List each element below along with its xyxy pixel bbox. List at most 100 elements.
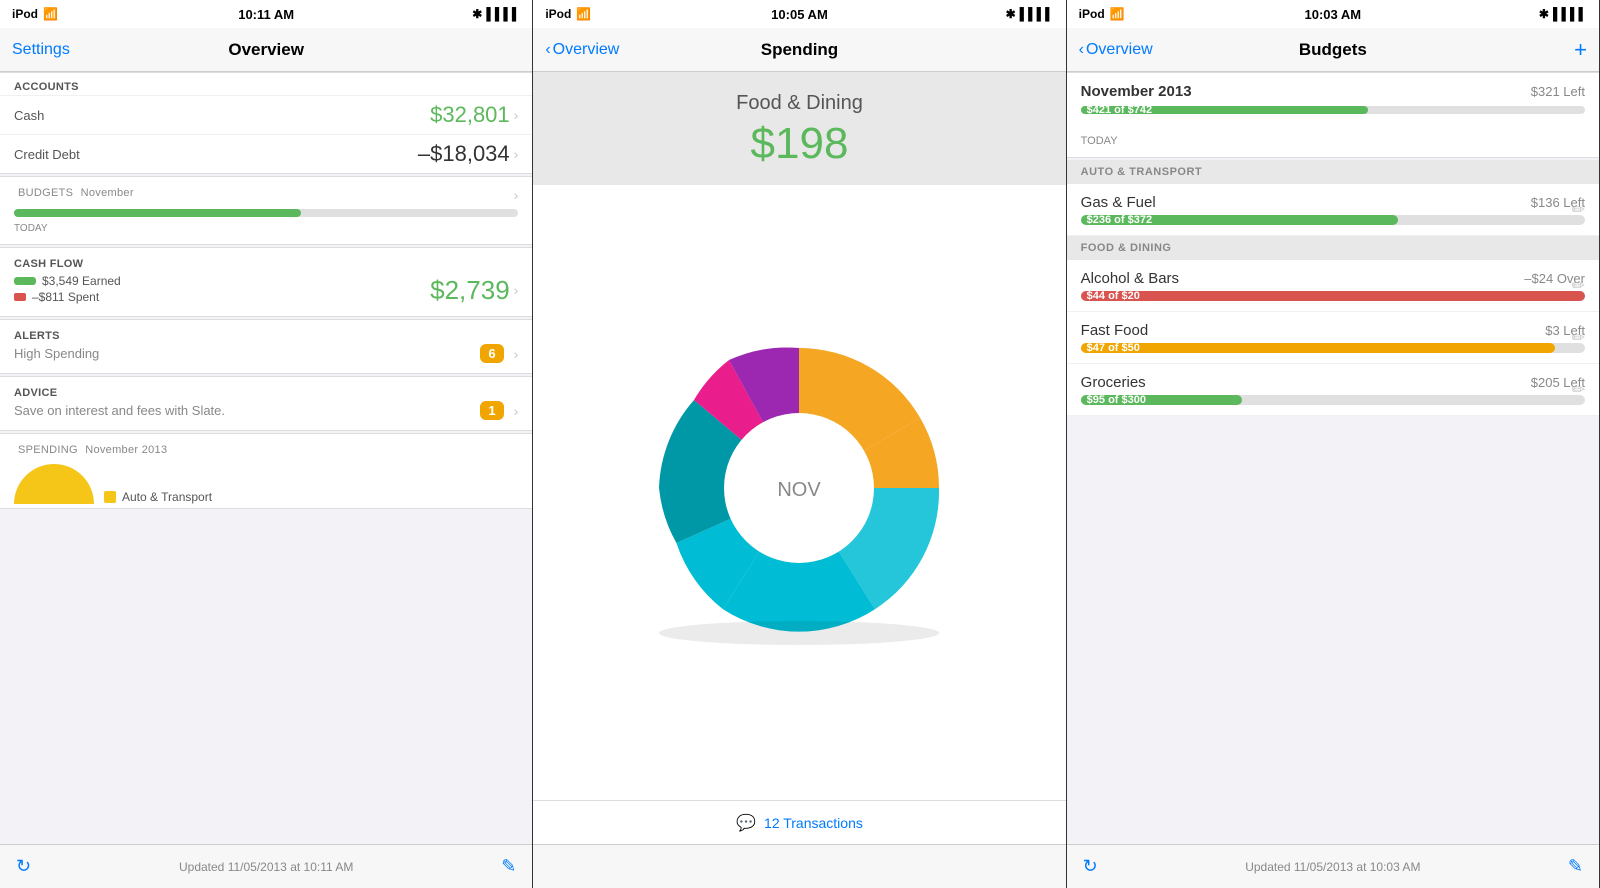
alcohol-bar-label: $44 of $20 — [1087, 290, 1140, 302]
wifi-icon-spending: 📶 — [576, 7, 591, 21]
bluetooth-icon: ✱ — [472, 7, 482, 21]
ipod-label-budgets: iPod — [1079, 7, 1105, 21]
fastfood-item-name: Fast Food — [1081, 322, 1149, 339]
add-budget-button[interactable]: + — [1574, 37, 1587, 63]
accounts-header: ACCOUNTS — [0, 73, 532, 95]
account-row-credit[interactable]: Credit Debt –$18,034 › — [0, 134, 532, 173]
cashflow-section[interactable]: CASH FLOW $3,549 Earned –$811 Spent $2,7… — [0, 247, 532, 317]
alerts-header: ALERTS — [14, 330, 518, 342]
bluetooth-icon-spending: ✱ — [1006, 7, 1016, 21]
gas-item-name: Gas & Fuel — [1081, 194, 1156, 211]
bottom-bar-spending: ↻ ✎ — [533, 844, 1065, 888]
alerts-badge: 6 — [480, 344, 503, 363]
budgets-page-title: Budgets — [1299, 40, 1367, 60]
period-today-label: TODAY — [1081, 135, 1585, 147]
updated-text-overview: Updated 11/05/2013 at 10:11 AM — [179, 860, 353, 874]
nav-bar-overview: Settings Overview — [0, 28, 532, 72]
account-credit-label: Credit Debt — [14, 147, 80, 162]
advice-header: ADVICE — [14, 387, 518, 399]
cashflow-spent-row: –$811 Spent — [14, 290, 430, 304]
spending-amount: $198 — [547, 119, 1051, 169]
edit-icon-budgets[interactable]: ✎ — [1568, 856, 1583, 877]
battery-icon-overview: ▌▌▌▌ — [486, 7, 520, 21]
edit-icon-overview[interactable]: ✎ — [501, 856, 516, 877]
wifi-icon: 📶 — [43, 7, 58, 21]
status-bar-overview: iPod 📶 10:11 AM ✱ ▌▌▌▌ — [0, 0, 532, 28]
budget-item-groceries[interactable]: Groceries $205 Left $95 of $300 ✏ — [1067, 364, 1599, 416]
spending-category-header: Food & Dining $198 — [533, 72, 1065, 185]
advice-section[interactable]: ADVICE Save on interest and fees with Sl… — [0, 376, 532, 431]
chevron-icon-cashflow: › — [514, 282, 519, 298]
spending-chart-preview: Auto & Transport — [14, 460, 518, 508]
edit-icon-fastfood[interactable]: ✏ — [1572, 328, 1585, 348]
donut-chart-container: NOV — [533, 185, 1065, 800]
separator-food-dining: FOOD & DINING — [1067, 236, 1599, 260]
donut-chart: NOV — [629, 318, 969, 658]
bluetooth-icon-budgets: ✱ — [1539, 7, 1549, 21]
panel-budgets: iPod 📶 10:03 AM ✱ ▌▌▌▌ ‹ Overview Budget… — [1067, 0, 1600, 888]
spending-preview-section[interactable]: SPENDING November 2013 Auto & Transport — [0, 433, 532, 509]
settings-button[interactable]: Settings — [12, 41, 70, 59]
chevron-icon-budgets: › — [514, 187, 519, 203]
spending-preview-header: SPENDING November 2013 — [14, 444, 518, 456]
donut-center-label: NOV — [778, 479, 822, 501]
spending-title: Spending — [761, 40, 838, 60]
back-to-overview-spending[interactable]: ‹ Overview — [545, 41, 619, 59]
alcohol-item-name: Alcohol & Bars — [1081, 270, 1179, 287]
updated-text-budgets: Updated 11/05/2013 at 10:03 AM — [1245, 860, 1420, 874]
alerts-sub-text: High Spending — [14, 346, 99, 361]
gas-bar-fill: $236 of $372 — [1081, 215, 1399, 225]
nav-bar-budgets: ‹ Overview Budgets + — [1067, 28, 1599, 72]
back-to-overview-budgets[interactable]: ‹ Overview — [1079, 41, 1153, 59]
refresh-icon-budgets[interactable]: ↻ — [1083, 856, 1098, 877]
period-bar-label: $421 of $742 — [1087, 104, 1152, 116]
time-overview: 10:11 AM — [238, 7, 294, 22]
period-left: $321 Left — [1531, 84, 1585, 99]
account-row-cash[interactable]: Cash $32,801 › — [0, 95, 532, 134]
transactions-icon: 💬 — [736, 813, 756, 833]
legend-dot-transport — [104, 491, 116, 503]
panel-overview: iPod 📶 10:11 AM ✱ ▌▌▌▌ Settings Overview… — [0, 0, 533, 888]
budget-period-section[interactable]: November 2013 $321 Left $421 of $742 TOD… — [1067, 72, 1599, 158]
spent-indicator — [14, 293, 26, 301]
budget-item-alcohol[interactable]: Alcohol & Bars –$24 Over $44 of $20 ✏ — [1067, 260, 1599, 312]
bottom-bar-budgets: ↻ Updated 11/05/2013 at 10:03 AM ✎ — [1067, 844, 1599, 888]
fastfood-bar-label: $47 of $50 — [1087, 342, 1140, 354]
chevron-icon-cash: › — [514, 107, 519, 123]
cashflow-earned-label: $3,549 Earned — [42, 274, 121, 288]
transactions-bar[interactable]: 💬 12 Transactions — [533, 800, 1065, 844]
groceries-bar-bg: $95 of $300 — [1081, 395, 1585, 405]
budgets-progress-bg — [14, 209, 518, 217]
overview-scroll[interactable]: ACCOUNTS Cash $32,801 › Credit Debt –$18… — [0, 72, 532, 844]
chevron-icon-credit: › — [514, 146, 519, 162]
transactions-count: 12 Transactions — [764, 815, 863, 831]
refresh-icon-overview[interactable]: ↻ — [16, 856, 31, 877]
budgets-section[interactable]: BUDGETS November › TODAY — [0, 176, 532, 245]
cashflow-header: CASH FLOW — [14, 258, 518, 270]
spending-half-donut — [14, 464, 94, 504]
fastfood-bar-fill: $47 of $50 — [1081, 343, 1555, 353]
gas-bar-label: $236 of $372 — [1087, 214, 1152, 226]
ipod-label-spending: iPod — [545, 7, 571, 21]
edit-icon-groceries[interactable]: ✏ — [1572, 380, 1585, 400]
alcohol-bar-fill: $44 of $20 — [1081, 291, 1585, 301]
ipod-label: iPod — [12, 7, 38, 21]
alerts-section[interactable]: ALERTS High Spending 6 › — [0, 319, 532, 374]
budget-item-gas[interactable]: Gas & Fuel $136 Left $236 of $372 ✏ — [1067, 184, 1599, 236]
budgets-today-label: TODAY — [14, 223, 518, 234]
earned-indicator — [14, 277, 36, 285]
edit-icon-alcohol[interactable]: ✏ — [1572, 276, 1585, 296]
period-name: November 2013 — [1081, 83, 1192, 100]
budget-item-fastfood[interactable]: Fast Food $3 Left $47 of $50 ✏ — [1067, 312, 1599, 364]
battery-icon-budgets: ▌▌▌▌ — [1553, 7, 1587, 21]
cashflow-spent-label: –$811 Spent — [32, 290, 99, 304]
edit-icon-gas[interactable]: ✏ — [1572, 200, 1585, 220]
time-spending: 10:05 AM — [771, 7, 828, 22]
legend-label-transport: Auto & Transport — [122, 490, 212, 504]
time-budgets: 10:03 AM — [1305, 7, 1362, 22]
gas-bar-bg: $236 of $372 — [1081, 215, 1585, 225]
bottom-bar-overview: ↻ Updated 11/05/2013 at 10:11 AM ✎ — [0, 844, 532, 888]
panel-spending: iPod 📶 10:05 AM ✱ ▌▌▌▌ ‹ Overview Spendi… — [533, 0, 1066, 888]
advice-sub-text: Save on interest and fees with Slate. — [14, 403, 225, 418]
budgets-scroll[interactable]: November 2013 $321 Left $421 of $742 TOD… — [1067, 72, 1599, 844]
